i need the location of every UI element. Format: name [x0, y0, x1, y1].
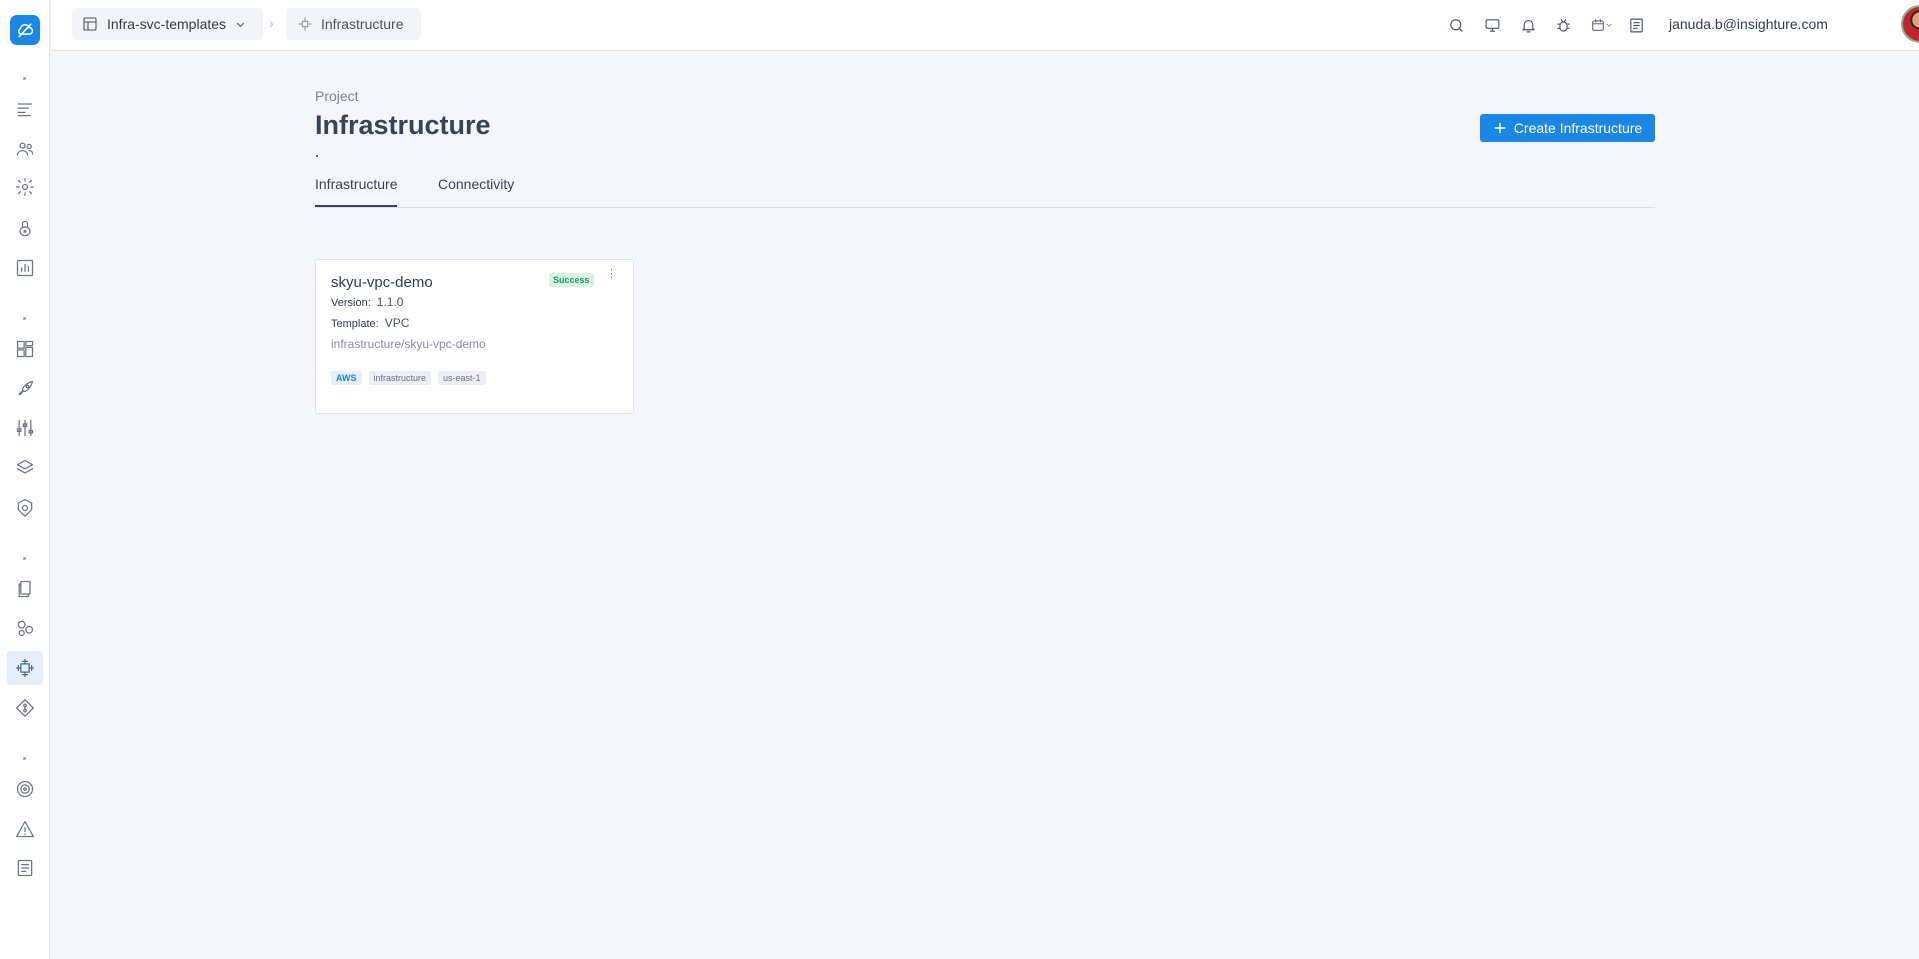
- tag: infrastructure: [368, 371, 432, 385]
- more-options-icon[interactable]: ⋮: [606, 267, 617, 281]
- version-label: Version:: [331, 297, 371, 309]
- lock-icon[interactable]: [13, 216, 37, 240]
- project-label: Project: [315, 88, 359, 104]
- avatar[interactable]: [1901, 5, 1919, 43]
- infrastructure-icon[interactable]: [7, 651, 43, 685]
- tabs: Infrastructure Connectivity: [315, 174, 1655, 208]
- users-icon[interactable]: [13, 137, 37, 161]
- logs-icon[interactable]: [13, 856, 37, 880]
- rocket-icon[interactable]: [13, 377, 37, 401]
- title-underline-mark: [316, 155, 318, 157]
- chevron-right-icon: ›: [269, 15, 274, 31]
- infrastructure-icon: [298, 17, 312, 31]
- sidebar: [0, 0, 50, 959]
- page-title: Infrastructure: [315, 110, 491, 140]
- template-value: VPC: [384, 316, 410, 330]
- infrastructure-card[interactable]: skyu-vpc-demo Success ⋮ Version: 1.1.0 Te…: [315, 259, 634, 414]
- search-icon[interactable]: [1445, 14, 1467, 36]
- layers-icon[interactable]: [13, 456, 37, 480]
- chevron-down-icon: [1606, 23, 1612, 27]
- notes-icon[interactable]: [1625, 14, 1647, 36]
- helm-icon[interactable]: [13, 496, 37, 520]
- project-selector[interactable]: Infra-svc-templates: [72, 8, 263, 40]
- card-template: Template: VPC: [331, 316, 409, 330]
- list-icon[interactable]: [13, 97, 37, 121]
- card-tags: AWS infrastructure us-east-1: [331, 371, 486, 385]
- status-badge: Success: [549, 273, 594, 287]
- bar-chart-icon[interactable]: [13, 256, 37, 280]
- bell-icon[interactable]: [1517, 14, 1539, 36]
- cloud-logo-icon[interactable]: [10, 15, 40, 45]
- sidebar-divider: [23, 557, 26, 560]
- card-title: skyu-vpc-demo: [331, 274, 433, 291]
- sidebar-divider: [23, 77, 26, 80]
- tag: AWS: [331, 371, 362, 385]
- circles-icon[interactable]: [13, 616, 37, 640]
- alert-icon[interactable]: [13, 817, 37, 841]
- settings-icon[interactable]: [13, 175, 37, 199]
- chevron-down-icon: [236, 22, 245, 27]
- card-path: infrastructure/skyu-vpc-demo: [331, 337, 486, 351]
- calendar-icon[interactable]: [1587, 14, 1617, 36]
- breadcrumb-current[interactable]: Infrastructure: [286, 8, 421, 40]
- sidebar-divider: [23, 317, 26, 320]
- dashboard-icon[interactable]: [13, 337, 37, 361]
- tab-connectivity[interactable]: Connectivity: [438, 176, 514, 207]
- project-name: Infra-svc-templates: [107, 16, 227, 32]
- user-email[interactable]: januda.b@insighture.com: [1669, 16, 1828, 32]
- sidebar-divider: [23, 757, 26, 760]
- template-label: Template:: [331, 318, 379, 330]
- target-icon[interactable]: [13, 777, 37, 801]
- card-version: Version: 1.1.0: [331, 295, 403, 309]
- breadcrumb-label: Infrastructure: [321, 16, 404, 32]
- tab-infrastructure[interactable]: Infrastructure: [315, 176, 398, 207]
- table-icon: [83, 17, 97, 31]
- create-infrastructure-button[interactable]: Create Infrastructure: [1480, 114, 1655, 142]
- documents-icon[interactable]: [13, 577, 37, 601]
- version-value: 1.1.0: [376, 295, 404, 309]
- git-icon[interactable]: [13, 696, 37, 720]
- tag: us-east-1: [438, 371, 486, 385]
- create-button-label: Create Infrastructure: [1513, 120, 1643, 136]
- sliders-icon[interactable]: [13, 416, 37, 440]
- top-bar: Infra-svc-templates › Infrastructure jan…: [51, 0, 1919, 51]
- bug-icon[interactable]: [1552, 14, 1574, 36]
- plus-icon: [1494, 122, 1506, 134]
- monitor-icon[interactable]: [1481, 14, 1503, 36]
